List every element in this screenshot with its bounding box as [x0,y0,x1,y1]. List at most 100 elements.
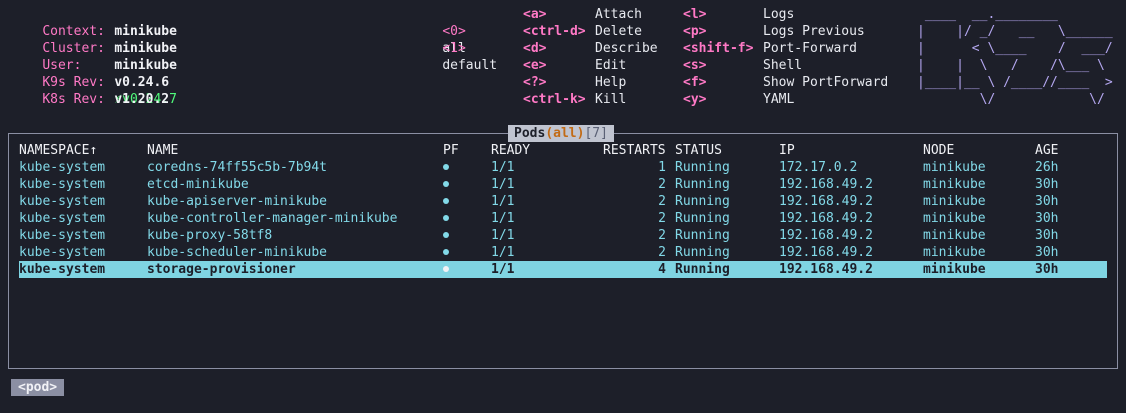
cell-age: 26h [1035,160,1059,175]
hint-key: <l> [683,7,707,22]
logo-line: | | \ / /\___ \ [917,58,1113,73]
cell-namespace: kube-system [19,228,106,243]
cell-age: 30h [1035,211,1059,226]
hint-key: <ctrl-d> [523,24,586,39]
pf-dot-icon [443,231,449,238]
cell-status: Running [675,262,730,277]
cell-ready: 1/1 [491,211,515,226]
cell-name: storage-provisioner [147,262,296,277]
cell-restarts: 4 [658,262,666,277]
cell-status: Running [675,245,730,260]
cell-node: minikube [923,177,986,192]
hint-show-portforward[interactable]: Show PortForward [763,74,888,91]
hint-key: <shift-f> [683,41,754,56]
cell-age: 30h [1035,228,1059,243]
cell-namespace: kube-system [19,262,106,277]
cell-node: minikube [923,194,986,209]
port-forward-indicator [443,261,449,278]
column-header-name[interactable]: NAME [147,142,178,159]
cell-ready: 1/1 [491,177,515,192]
cell-namespace: kube-system [19,177,106,192]
cell-ready: 1/1 [491,245,515,260]
hint-describe[interactable]: Describe [595,40,658,57]
cell-name: kube-proxy-58tf8 [147,228,273,243]
cell-node: minikube [923,211,986,226]
table-title: Pods(all)[7] [508,125,614,142]
cell-restarts: 1 [658,160,666,175]
logo-line: |____|__ \ /____//____ > [917,75,1113,90]
hint-port-forward[interactable]: Port-Forward [763,40,857,57]
cell-name: kube-controller-manager-minikube [147,211,398,226]
hint-key: <ctrl-k> [523,92,586,107]
cell-status: Running [675,177,730,192]
hint-yaml[interactable]: YAML [763,91,794,108]
hint-shell[interactable]: Shell [763,57,802,74]
cell-ip: 192.168.49.2 [779,194,873,209]
hint-logs[interactable]: Logs [763,6,794,23]
title-count: [7] [584,126,608,141]
column-header-pf[interactable]: PF [443,142,459,159]
column-header-ready[interactable]: READY [491,142,530,159]
title-resource: Pods [514,126,546,141]
cell-namespace: kube-system [19,194,106,209]
port-forward-indicator [443,176,449,193]
title-open: ( [545,126,554,141]
hint-key: <y> [683,92,707,107]
column-header-restarts[interactable]: RESTARTS [603,142,666,159]
cell-name: kube-apiserver-minikube [147,194,328,209]
cell-status: Running [675,160,730,175]
title-namespace: all [553,126,577,141]
cell-ip: 192.168.49.2 [779,228,873,243]
pf-dot-icon [443,163,449,170]
cell-ip: 192.168.49.2 [779,211,873,226]
cell-node: minikube [923,262,986,277]
cell-ip: 192.168.49.2 [779,245,873,260]
cell-ready: 1/1 [491,194,515,209]
hint-logs-previous[interactable]: Logs Previous [763,23,865,40]
cell-ip: 192.168.49.2 [779,262,873,277]
cell-ready: 1/1 [491,262,515,277]
cell-restarts: 2 [658,245,666,260]
port-forward-indicator [443,244,449,261]
hint-kill[interactable]: Kill [595,91,626,108]
column-header-namespace[interactable]: NAMESPACE↑ [19,142,97,159]
cell-ip: 192.168.49.2 [779,177,873,192]
port-forward-indicator [443,227,449,244]
column-header-status[interactable]: STATUS [675,142,722,159]
cell-name: kube-scheduler-minikube [147,245,328,260]
cell-restarts: 2 [658,194,666,209]
column-header-age[interactable]: AGE [1035,142,1058,159]
hint-key: <p> [683,24,707,39]
hint-key: <f> [683,75,707,90]
cell-namespace: kube-system [19,211,106,226]
cell-age: 30h [1035,194,1059,209]
column-header-ip[interactable]: IP [779,142,795,159]
breadcrumb-pod[interactable]: <pod> [11,379,65,396]
hint-key: <d> [523,41,547,56]
cell-age: 30h [1035,177,1059,192]
column-header-node[interactable]: NODE [923,142,954,159]
cell-ip: 172.17.0.2 [779,160,858,175]
cell-ready: 1/1 [491,160,515,175]
cell-namespace: kube-system [19,245,106,260]
cell-restarts: 2 [658,177,666,192]
shortcut-label: default [442,58,498,73]
logo-line: | < \____ / ___/ [917,41,1113,56]
hint-edit[interactable]: Edit [595,57,626,74]
hint-help[interactable]: Help [595,74,626,91]
logo-line: ____ __.________ [917,7,1113,22]
cell-name: coredns-74ff55c5b-7b94t [147,160,328,175]
port-forward-indicator [443,159,449,176]
namespace-shortcut-default[interactable]: <1> default [411,23,497,91]
cell-node: minikube [923,245,986,260]
cell-age: 30h [1035,245,1059,260]
cell-namespace: kube-system [19,160,106,175]
hint-key: <a> [523,7,547,22]
hint-delete[interactable]: Delete [595,23,642,40]
hint-key: <e> [523,58,547,73]
port-forward-indicator [443,210,449,227]
pf-dot-icon [443,265,449,272]
logo-line: \/ \/ [917,92,1113,107]
cell-name: etcd-minikube [147,177,249,192]
hint-attach[interactable]: Attach [595,6,642,23]
